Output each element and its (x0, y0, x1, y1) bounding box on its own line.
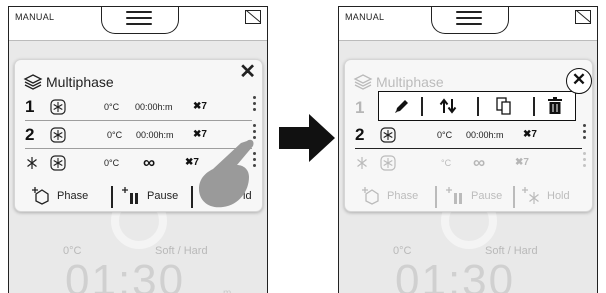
edit-pencil-icon (395, 100, 408, 113)
add-phase-label: Phase (57, 190, 89, 202)
top-bar: MANUAL (9, 7, 267, 41)
phase-number: 1 (25, 97, 35, 116)
add-pause-icon (446, 187, 462, 204)
fan-speed: ✖7 (193, 101, 207, 112)
hold-temp: °C (441, 158, 452, 168)
divider (513, 186, 515, 208)
hamburger-icon[interactable] (456, 11, 482, 25)
blast-chill-icon (380, 127, 396, 143)
background-time: 01:30 (395, 256, 516, 293)
add-phase-button: Phase (361, 184, 418, 208)
menu-tab[interactable] (431, 7, 509, 34)
more-options-icon[interactable] (583, 124, 586, 142)
tap-hand-icon (199, 139, 254, 208)
no-signal-icon (575, 10, 591, 24)
more-options-icon[interactable] (253, 96, 256, 114)
divider (435, 186, 437, 208)
duplicate-button[interactable] (487, 96, 521, 116)
add-pause-label: Pause (147, 190, 179, 202)
divider (339, 40, 597, 41)
phase-temp: 0°C (107, 130, 123, 140)
top-bar: MANUAL (339, 7, 597, 41)
blast-chill-icon (50, 155, 66, 171)
phase-row[interactable]: 1 0°C 00:00h:m ✖7 (15, 93, 262, 121)
phase-temp: 0°C (104, 102, 120, 112)
add-actions-bar: Phase Pause Hold (345, 181, 592, 211)
right-arrow-icon (279, 114, 335, 162)
mode-label: MANUAL (15, 12, 55, 22)
delete-trash-icon (548, 97, 562, 114)
screen-after: MANUAL 0°C Soft / Hard 01:30 Multiphase … (338, 6, 598, 293)
add-hold-icon (522, 187, 539, 204)
divider (421, 97, 423, 116)
edit-button[interactable] (387, 96, 417, 116)
infinite-duration: ∞ (473, 153, 486, 172)
layers-icon (353, 74, 373, 90)
phase-duration: 00:00h:m (466, 130, 504, 140)
divider (9, 40, 267, 41)
add-pause-icon (122, 187, 138, 204)
add-pause-button: Pause (445, 184, 502, 208)
multiphase-panel: Multiphase 1 2 0°C 00:00h:m ✖7 °C ∞ ✖7 P… (344, 59, 593, 212)
phase-duration: 00:00h:m (135, 102, 173, 112)
panel-title: Multiphase (376, 74, 444, 90)
blast-chill-icon (50, 99, 66, 115)
more-options-icon (583, 152, 586, 170)
add-pause-button[interactable]: Pause (121, 184, 178, 208)
divider (477, 97, 479, 116)
duplicate-icon (496, 97, 511, 115)
divider (111, 186, 113, 208)
divider (533, 97, 535, 116)
close-toolbar-button[interactable]: ✕ (566, 68, 592, 94)
phase-number: 1 (355, 98, 365, 117)
fan-speed: ✖7 (515, 157, 529, 168)
add-phase-button[interactable]: Phase (31, 184, 88, 208)
phase-temp: 0°C (437, 130, 453, 140)
phase-number: 2 (355, 125, 365, 144)
delete-button[interactable] (539, 96, 571, 116)
phase-edit-toolbar (378, 91, 576, 121)
mode-label: MANUAL (345, 12, 385, 22)
screen-before: MANUAL 0°C Soft / Hard 01:30 m Multiphas… (8, 6, 268, 293)
hamburger-icon[interactable] (126, 11, 152, 25)
add-phase-icon (32, 187, 49, 205)
phase-row-selected[interactable]: 2 0°C 00:00h:m ✖7 (345, 121, 592, 149)
hold-temp: 0°C (104, 158, 120, 168)
hold-row: °C ∞ ✖7 (345, 149, 592, 177)
menu-tab[interactable] (101, 7, 179, 34)
add-pause-label: Pause (471, 190, 503, 202)
background-time: 01:30 (65, 256, 186, 293)
hold-snowflake-icon (27, 157, 37, 169)
close-icon[interactable]: ✕ (239, 62, 256, 82)
add-phase-label: Phase (387, 190, 419, 202)
infinite-duration: ∞ (143, 153, 156, 172)
panel-title: Multiphase (46, 74, 114, 90)
add-phase-icon (362, 187, 379, 205)
phase-duration: 00:00h:m (136, 130, 174, 140)
background-unit: m (223, 288, 231, 293)
fan-speed: ✖7 (523, 129, 537, 140)
blast-chill-icon (50, 127, 66, 143)
reorder-arrows-icon (439, 98, 457, 114)
layers-icon (23, 74, 43, 90)
phase-number: 2 (25, 125, 35, 144)
reorder-button[interactable] (431, 96, 465, 116)
add-hold-label: Hold (547, 190, 570, 202)
blast-chill-icon (380, 155, 396, 171)
add-hold-button: Hold (521, 184, 570, 208)
hold-snowflake-icon (357, 157, 367, 169)
no-signal-icon (245, 10, 261, 24)
